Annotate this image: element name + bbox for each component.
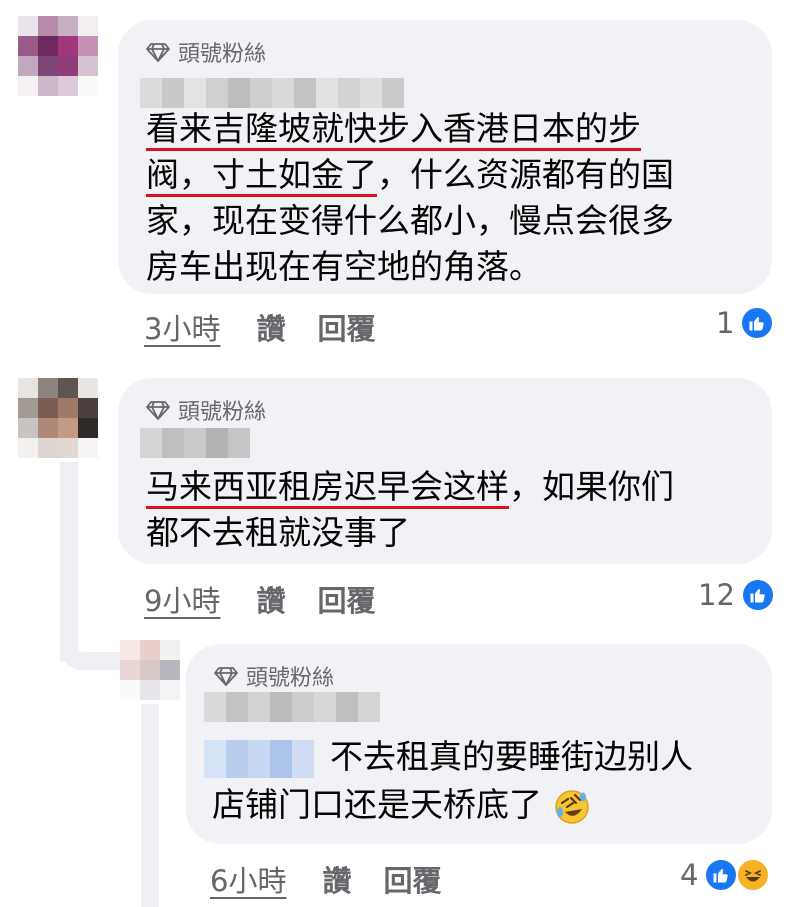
like-reaction-icon — [740, 578, 775, 612]
like-button[interactable]: 讚 — [256, 306, 285, 348]
reaction-count: 1 — [716, 306, 735, 340]
reaction-count: 12 — [698, 578, 735, 612]
reaction-summary[interactable]: 12 — [698, 578, 775, 612]
badge-label: 頭號粉絲 — [246, 666, 335, 691]
timestamp-link[interactable]: 6小時 — [210, 858, 286, 900]
reply-button[interactable]: 回覆 — [383, 858, 441, 900]
reaction-summary[interactable]: 4 — [680, 858, 771, 892]
rolling-laughing-emoji-icon — [554, 789, 589, 824]
reply-button[interactable]: 回覆 — [317, 578, 375, 620]
thread-connector — [60, 640, 120, 670]
reaction-count: 4 — [680, 858, 699, 892]
comment-actions: 9小時 讚 回覆 — [144, 578, 407, 620]
reaction-summary[interactable]: 1 — [716, 306, 775, 340]
comment-actions: 3小時 讚 回覆 — [144, 306, 407, 348]
timestamp-link[interactable]: 3小時 — [144, 306, 220, 348]
top-fan-badge: 頭號粉絲 — [146, 394, 266, 426]
author-name-redacted[interactable] — [140, 78, 404, 108]
thread-line-reply — [141, 704, 159, 907]
haha-reaction-icon — [736, 858, 771, 892]
like-button[interactable]: 讚 — [322, 858, 351, 900]
diamond-icon — [214, 667, 238, 686]
timestamp-link[interactable]: 9小時 — [144, 578, 220, 620]
like-reaction-icon — [740, 306, 775, 340]
reply-actions: 6小時 讚 回覆 — [210, 858, 473, 900]
mentioned-name-redacted[interactable] — [204, 740, 314, 778]
like-button[interactable]: 讚 — [256, 578, 285, 620]
thread-line — [60, 462, 78, 662]
author-name-redacted[interactable] — [140, 428, 250, 458]
author-name-redacted[interactable] — [204, 692, 380, 722]
badge-label: 頭號粉絲 — [178, 42, 267, 67]
avatar[interactable] — [18, 378, 98, 458]
badge-label: 頭號粉絲 — [178, 400, 267, 425]
avatar[interactable] — [18, 16, 98, 96]
diamond-icon — [146, 43, 170, 62]
top-fan-badge: 頭號粉絲 — [214, 660, 334, 692]
reply-button[interactable]: 回覆 — [317, 306, 375, 348]
top-fan-badge: 頭號粉絲 — [146, 36, 266, 68]
diamond-icon — [146, 401, 170, 420]
avatar[interactable] — [120, 640, 180, 700]
like-reaction-icon — [704, 858, 739, 892]
